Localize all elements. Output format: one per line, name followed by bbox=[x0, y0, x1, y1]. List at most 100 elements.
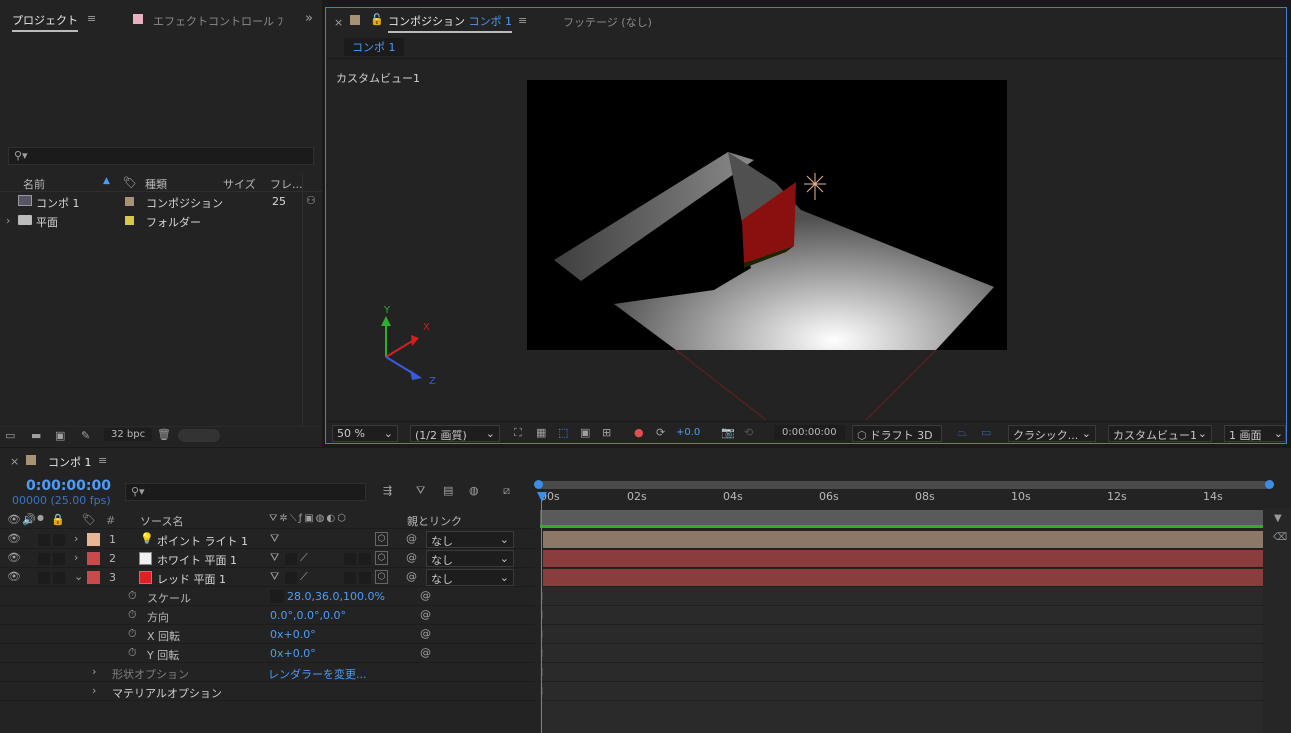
close-icon[interactable]: × bbox=[10, 455, 19, 468]
tab-composition[interactable]: コンポジション コンポ 1 bbox=[388, 13, 512, 33]
layer-duration-bar[interactable] bbox=[543, 569, 1263, 586]
composition-flowchart-icon[interactable]: ⇶ bbox=[383, 484, 392, 497]
property-row[interactable]: ⏱ スケール 28.0,36.0,100.0% @ bbox=[0, 587, 535, 606]
trash-icon[interactable]: 🗑 bbox=[157, 428, 171, 441]
layer-label-color[interactable] bbox=[87, 533, 100, 546]
3d-layer-icon[interactable]: ⬡ bbox=[375, 570, 388, 584]
viewer-timecode[interactable]: 0:00:00:00 bbox=[774, 425, 845, 440]
constrain-proportions-icon[interactable] bbox=[270, 590, 284, 603]
shy-layers-icon[interactable]: ⛛ bbox=[416, 484, 425, 498]
toggle-mask-icon[interactable]: ▣ bbox=[580, 426, 590, 439]
work-area-bar[interactable] bbox=[534, 480, 1274, 489]
layer-row[interactable]: 👁 › 2 ホワイト 平面 1 ⛛ ⟋ ⬡ @ なし ⌄ bbox=[0, 549, 535, 568]
region-of-interest-icon[interactable]: ⬚ bbox=[558, 426, 568, 439]
layer-label-color[interactable] bbox=[87, 571, 100, 584]
layer-bar[interactable] bbox=[540, 568, 1263, 587]
renderer-dropdown[interactable]: クラシック... ⌄ bbox=[1008, 425, 1096, 442]
viewer-canvas[interactable] bbox=[326, 60, 1286, 420]
chevron-down-icon[interactable]: ⌄ bbox=[74, 570, 83, 583]
marker-bin-icon[interactable]: ⌫ bbox=[1273, 532, 1287, 543]
property-group-row[interactable]: › 形状オプション レンダラーを変更... bbox=[0, 663, 535, 682]
col-type[interactable]: 種類 bbox=[145, 176, 167, 192]
expression-pickwhip-icon[interactable]: @ bbox=[420, 646, 431, 659]
view-dropdown[interactable]: カスタムビュー1 ⌄ bbox=[1108, 425, 1212, 442]
camera-snapshot-icon[interactable]: 📷 bbox=[721, 426, 735, 439]
lock-icon[interactable]: 🔒 bbox=[51, 513, 65, 526]
col-name[interactable]: 名前 bbox=[23, 176, 45, 192]
panel-menu-icon[interactable]: ≡ bbox=[87, 12, 96, 25]
stopwatch-icon[interactable]: ⏱ bbox=[128, 627, 137, 641]
frame-blending-icon[interactable]: ▤ bbox=[443, 484, 453, 497]
graph-editor-icon[interactable]: ⧄ bbox=[503, 484, 510, 498]
chevron-right-icon[interactable]: › bbox=[74, 551, 78, 564]
layer-bar[interactable] bbox=[540, 530, 1263, 549]
label-tag-icon[interactable]: 🏷 bbox=[82, 513, 96, 526]
col-size[interactable]: サイズ bbox=[223, 176, 256, 192]
color-channels-icon[interactable]: ● bbox=[634, 426, 644, 439]
exposure-value[interactable]: +0.0 bbox=[676, 427, 700, 438]
resolution-dropdown[interactable]: (1/2 画質) ⌄ bbox=[410, 425, 500, 442]
property-track[interactable]: I bbox=[540, 663, 1263, 682]
property-track[interactable]: I bbox=[540, 644, 1263, 663]
shy-switch-icon[interactable]: ⛛ bbox=[270, 551, 279, 565]
motion-blur-icon[interactable]: ◍ bbox=[469, 484, 479, 497]
eye-icon[interactable]: 👁 bbox=[7, 532, 21, 545]
shy-switch-icon[interactable]: ⛛ bbox=[270, 532, 279, 546]
property-track[interactable]: I bbox=[540, 625, 1263, 644]
item-label-swatch[interactable] bbox=[125, 216, 134, 225]
change-renderer-link[interactable]: レンダラーを変更... bbox=[268, 666, 367, 682]
property-track[interactable]: I bbox=[540, 587, 1263, 606]
chevron-right-icon[interactable]: › bbox=[6, 214, 10, 227]
stopwatch-icon[interactable]: ⏱ bbox=[128, 646, 137, 660]
flowchart-icon[interactable]: ⚇ bbox=[306, 194, 316, 207]
3d-layer-icon[interactable]: ⬡ bbox=[375, 532, 388, 546]
thumbnail-slider[interactable] bbox=[178, 429, 220, 442]
quality-switch-icon[interactable]: ⟋ bbox=[300, 570, 308, 584]
playhead[interactable] bbox=[541, 493, 542, 733]
new-folder-icon[interactable]: ▬ bbox=[31, 429, 41, 442]
draft3d-button[interactable]: ⬡ ドラフト 3D bbox=[852, 425, 942, 442]
eye-icon[interactable]: 👁 bbox=[7, 570, 21, 583]
layer-duration-bar[interactable] bbox=[543, 531, 1263, 548]
layer-row[interactable]: 👁 ⌄ 3 レッド 平面 1 ⛛ ⟋ ⬡ @ なし ⌄ bbox=[0, 568, 535, 587]
work-area-range[interactable] bbox=[540, 510, 1263, 525]
shy-switch-icon[interactable]: ⛛ bbox=[270, 570, 279, 584]
transparency-grid-icon[interactable]: ▦ bbox=[536, 426, 546, 439]
lock-icon[interactable]: 🔓 bbox=[370, 13, 384, 26]
comp-chip[interactable]: コンポ 1 bbox=[344, 38, 404, 56]
fast-preview-icon[interactable]: ⛶ bbox=[514, 426, 522, 440]
project-item[interactable]: コンポ 1 コンポジション 25 bbox=[0, 192, 322, 211]
panel-overflow-icon[interactable]: » bbox=[305, 11, 313, 26]
item-label-swatch[interactable] bbox=[125, 197, 134, 206]
switches-icons[interactable]: ⛛✲⟍ƒ▣◍◐⬡ bbox=[269, 513, 348, 524]
project-item[interactable]: › 平面 フォルダー bbox=[0, 211, 322, 230]
property-track[interactable]: I bbox=[540, 606, 1263, 625]
quality-switch-icon[interactable]: ⟋ bbox=[300, 551, 308, 565]
comp-marker-icon[interactable]: ▼ bbox=[1274, 513, 1282, 524]
guides-icon[interactable]: ⊞ bbox=[602, 426, 611, 439]
audio-icon[interactable]: 🔊 bbox=[22, 513, 36, 526]
chevron-right-icon[interactable]: › bbox=[92, 665, 96, 678]
chevron-right-icon[interactable]: › bbox=[74, 532, 78, 545]
tab-footage[interactable]: フッテージ (なし) bbox=[563, 14, 652, 30]
property-value[interactable]: 0x+0.0° bbox=[270, 628, 316, 641]
interpret-footage-icon[interactable]: ▭ bbox=[5, 429, 15, 442]
expression-pickwhip-icon[interactable]: @ bbox=[420, 589, 431, 602]
tab-project[interactable]: プロジェクト bbox=[12, 12, 78, 32]
property-row[interactable]: ⏱ 方向 0.0°,0.0°,0.0° @ bbox=[0, 606, 535, 625]
property-value[interactable]: 28.0,36.0,100.0% bbox=[287, 590, 385, 603]
adjust-icon[interactable]: ✎ bbox=[81, 429, 90, 442]
parent-dropdown[interactable]: なし ⌄ bbox=[426, 569, 514, 586]
tab-timeline-comp[interactable]: コンポ 1 bbox=[48, 454, 92, 470]
layer-label-color[interactable] bbox=[87, 552, 100, 565]
current-time[interactable]: 0:00:00:00 bbox=[26, 478, 111, 494]
stopwatch-icon[interactable]: ⏱ bbox=[128, 589, 137, 603]
label-tag-icon[interactable]: 🏷 bbox=[123, 176, 137, 189]
layer-bar[interactable] bbox=[540, 549, 1263, 568]
property-value[interactable]: 0.0°,0.0°,0.0° bbox=[270, 609, 346, 622]
property-value[interactable]: 0x+0.0° bbox=[270, 647, 316, 660]
property-group-row[interactable]: › マテリアルオプション bbox=[0, 682, 535, 701]
property-track[interactable]: I bbox=[540, 682, 1263, 701]
time-ruler[interactable]: 00s 02s 04s 06s 08s 10s 12s 14s bbox=[537, 490, 1271, 508]
timeline-search-input[interactable]: ⚲▾ bbox=[125, 483, 366, 501]
